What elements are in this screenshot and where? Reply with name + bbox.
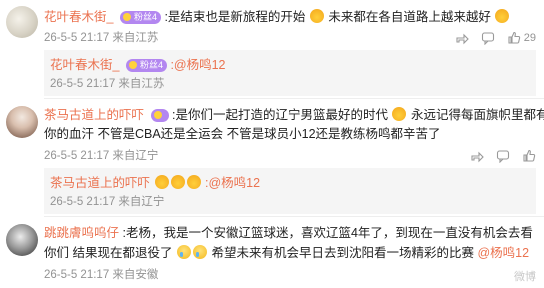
reply-meta: 26-5-5 21:17 来自江苏 (50, 75, 164, 91)
fan-badge: 粉丝4 (119, 11, 161, 25)
hands-emoji-icon (309, 9, 324, 23)
comment-text: 茶马古道上的吓吓 :是你们一起打造的辽宁男篮最好的时代 永远记得每面旗帜里都有 (44, 106, 544, 124)
hands-emoji-icon (392, 107, 407, 121)
comment-text: 花叶春木街_ 粉丝4 :是结束也是新旅程的开始 未来都在各自道路上越来越好 (44, 8, 534, 26)
timestamp: 26-5-5 21:17 (44, 150, 110, 162)
comment-body: :是你们一起打造的辽宁男篮最好的时代 (171, 108, 388, 122)
thumbs-up-icon (508, 31, 520, 44)
like-button[interactable] (522, 149, 536, 163)
comment-body: :是结束也是新旅程的开始 (164, 10, 306, 24)
reply-username[interactable]: 茶马古道上的吓吓 (50, 176, 150, 190)
avatar[interactable] (6, 224, 38, 256)
share-icon[interactable] (455, 31, 469, 45)
comment-body-2b: 希望未来有机会早日去到沈阳看一场精彩的比赛 (211, 246, 474, 260)
timestamp: 26-5-5 21:17 (44, 269, 110, 281)
timestamp: 26-5-5 21:17 (50, 78, 116, 90)
like-count: 29 (523, 32, 536, 44)
avatar[interactable] (6, 6, 38, 38)
fan-badge (150, 109, 169, 123)
location: 来自辽宁 (118, 196, 165, 208)
comment-body: :老杨，我是一个安徽辽篮球迷，喜欢辽篮4年了，到现在一直没有机会去看 (122, 226, 533, 240)
like-button[interactable]: 29 (507, 31, 536, 45)
username[interactable]: 花叶春木街_ (44, 10, 113, 24)
reply-box: 花叶春木街_ 粉丝4 :@杨鸣12 26-5-5 21:17 来自江苏 (44, 50, 536, 96)
comment-icon[interactable] (481, 31, 495, 45)
reply-meta: 26-5-5 21:17 来自辽宁 (50, 193, 164, 209)
divider (44, 98, 544, 99)
location: 来自江苏 (118, 78, 165, 90)
timestamp: 26-5-5 21:17 (50, 196, 116, 208)
reply-username[interactable]: 花叶春木街_ (50, 58, 119, 72)
divider (44, 216, 544, 217)
crying-emoji-icon (176, 245, 191, 259)
timestamp: 26-5-5 21:17 (44, 32, 110, 44)
comment-body-line2: 你们 结果现在都退役了 希望未来有机会早日去到沈阳看一场精彩的比赛 @杨鸣12 (44, 244, 534, 262)
comment-icon[interactable] (496, 149, 510, 163)
emoji-icon (170, 175, 185, 189)
location: 来自辽宁 (112, 150, 159, 162)
comment-body-2a: 你们 结果现在都退役了 (44, 246, 173, 260)
crying-emoji-icon (192, 245, 207, 259)
emoji-icon (186, 175, 201, 189)
reply-text: 茶马古道上的吓吓 :@杨鸣12 (50, 172, 260, 191)
reply-box: 茶马古道上的吓吓 :@杨鸣12 26-5-5 21:17 来自辽宁 (44, 168, 536, 214)
share-icon[interactable] (470, 149, 484, 163)
reply-mention[interactable]: :@杨鸣12 (170, 58, 225, 72)
reply-text: 花叶春木街_ 粉丝4 :@杨鸣12 (50, 54, 226, 73)
emoji-icon (154, 175, 169, 189)
hands-emoji-icon (495, 9, 510, 23)
watermark: 微博 (514, 271, 536, 283)
username[interactable]: 茶马古道上的吓吓 (44, 108, 144, 122)
mention-link[interactable]: @杨鸣12 (477, 246, 529, 260)
comment-body-2: 未来都在各自道路上越来越好 (328, 10, 491, 24)
comment-meta: 26-5-5 21:17 来自辽宁 (44, 147, 534, 165)
comment-body-line2: 你的血汗 不管是CBA还是全运会 不管是球员小12还是教练杨鸣都辛苦了 (44, 127, 441, 141)
reply-mention[interactable]: :@杨鸣12 (205, 176, 260, 190)
comment-body-2: 永远记得每面旗帜里都有 (410, 108, 544, 122)
avatar[interactable] (6, 106, 38, 138)
username[interactable]: 跳跳膚呜呜仔 (44, 226, 119, 240)
comment-meta: 26-5-5 21:17 来自安徽 (44, 266, 534, 284)
location: 来自江苏 (112, 32, 159, 44)
thumbs-up-icon (523, 149, 536, 162)
location: 来自安徽 (112, 269, 159, 281)
comment-text: 跳跳膚呜呜仔 :老杨，我是一个安徽辽篮球迷，喜欢辽篮4年了，到现在一直没有机会去… (44, 224, 534, 242)
fan-badge: 粉丝4 (125, 59, 167, 73)
